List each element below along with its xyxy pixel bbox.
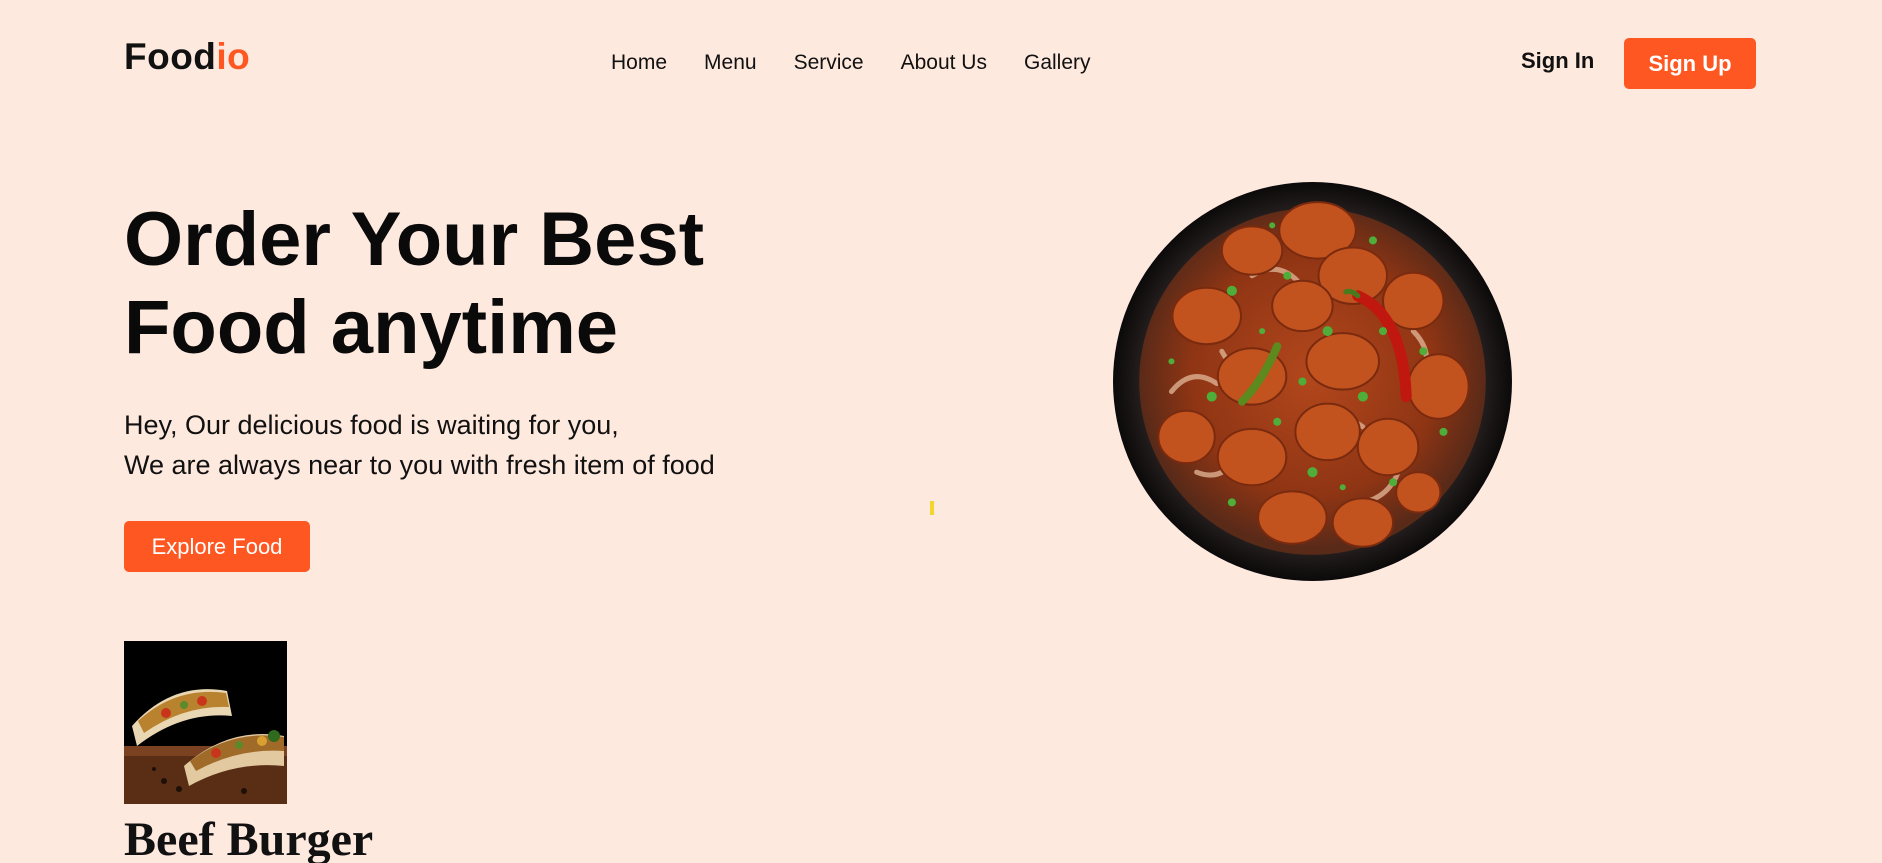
hero-subtitle-line-1: Hey, Our delicious food is waiting for y… — [124, 410, 619, 440]
sign-up-button[interactable]: Sign Up — [1624, 38, 1756, 89]
sign-in-link[interactable]: Sign In — [1521, 50, 1594, 72]
nav-gallery[interactable]: Gallery — [1024, 52, 1091, 73]
logo[interactable]: Foodio — [124, 38, 250, 75]
hero-title: Order Your Best Food anytime — [124, 196, 824, 372]
hero-title-line-2: Food anytime — [124, 285, 619, 370]
food-card-image — [124, 641, 287, 804]
text-cursor — [930, 501, 934, 515]
nav-service[interactable]: Service — [794, 52, 864, 73]
food-card-title: Beef Burger — [124, 813, 374, 863]
logo-main: Food — [124, 36, 217, 77]
wrap-image — [124, 641, 287, 804]
chili-chicken-pan-image — [1113, 182, 1512, 581]
main-nav: Home Menu Service About Us Gallery — [611, 52, 1091, 73]
nav-home[interactable]: Home — [611, 52, 667, 73]
logo-accent: io — [216, 36, 251, 77]
explore-food-button[interactable]: Explore Food — [124, 521, 310, 572]
nav-about-us[interactable]: About Us — [901, 52, 987, 73]
nav-menu[interactable]: Menu — [704, 52, 757, 73]
hero-title-line-1: Order Your Best — [124, 197, 705, 282]
hero-subtitle-line-2: We are always near to you with fresh ite… — [124, 450, 715, 480]
hero-subtitle: Hey, Our delicious food is waiting for y… — [124, 405, 715, 485]
